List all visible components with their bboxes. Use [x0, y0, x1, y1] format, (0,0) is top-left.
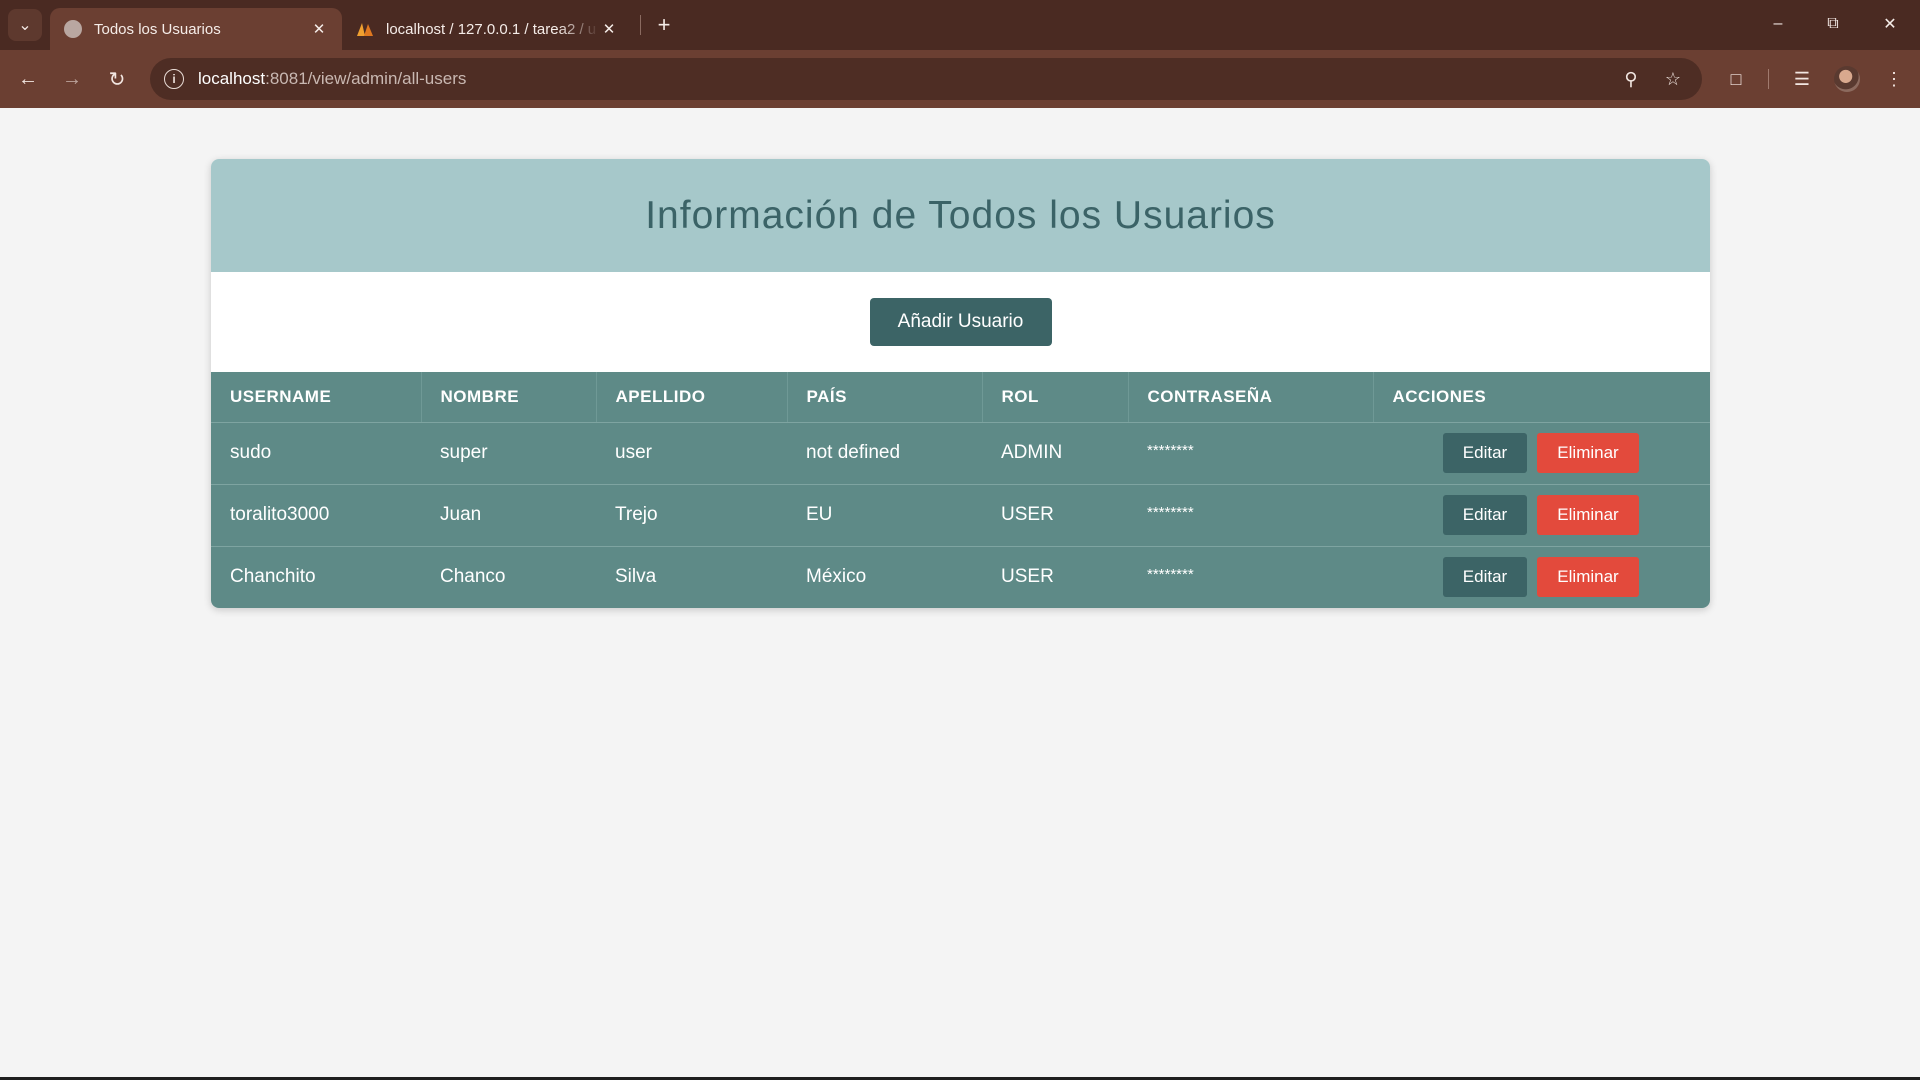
users-card: Información de Todos los Usuarios Añadir…: [211, 159, 1710, 608]
cell-nombre: Juan: [421, 484, 596, 547]
browser-toolbar: ← → ↻ i localhost:8081/view/admin/all-us…: [0, 50, 1920, 108]
cell-actions: Editar Eliminar: [1373, 422, 1710, 485]
menu-icon[interactable]: ⋮: [1878, 63, 1910, 95]
table-header-row: USERNAME NOMBRE APELLIDO PAÍS ROL CONTRA…: [211, 372, 1710, 423]
edit-button[interactable]: Editar: [1443, 557, 1527, 598]
url-text[interactable]: localhost:8081/view/admin/all-users: [198, 69, 466, 89]
phpmyadmin-icon: [356, 20, 374, 38]
cell-pais: not defined: [787, 422, 982, 485]
delete-button[interactable]: Eliminar: [1537, 433, 1639, 473]
restore-button[interactable]: ⧉: [1813, 8, 1853, 40]
browser-tab-bar: ⌄ Todos los Usuarios ✕ localhost / 127.0…: [0, 0, 1920, 50]
cell-rol: USER: [982, 484, 1128, 547]
cell-password: ********: [1147, 565, 1194, 583]
plus-icon: +: [657, 12, 671, 37]
reload-button[interactable]: ↻: [101, 63, 133, 95]
minimize-button[interactable]: –: [1758, 8, 1798, 40]
column-header-username: USERNAME: [211, 372, 422, 423]
cell-actions: Editar Eliminar: [1373, 484, 1710, 547]
cell-password: ********: [1128, 422, 1373, 485]
add-user-button[interactable]: Añadir Usuario: [869, 298, 1052, 346]
cell-apellido: Silva: [615, 566, 657, 588]
delete-button[interactable]: Eliminar: [1537, 495, 1639, 535]
cell-rol: USER: [1001, 566, 1054, 588]
close-window-button[interactable]: ✕: [1870, 8, 1910, 40]
key-icon[interactable]: ⚲: [1620, 68, 1642, 90]
cell-rol: ADMIN: [982, 422, 1128, 485]
media-control-icon[interactable]: ☰: [1786, 63, 1818, 95]
cell-password: ********: [1128, 484, 1373, 547]
cell-username: sudo: [211, 422, 421, 485]
tab-title: localhost / 127.0.0.1 / tarea2 / u: [386, 20, 597, 38]
site-info-icon[interactable]: i: [164, 69, 184, 89]
extensions-icon[interactable]: □: [1720, 63, 1752, 95]
forward-button[interactable]: →: [56, 63, 88, 95]
restore-icon: ⧉: [1827, 15, 1839, 32]
close-icon[interactable]: ✕: [310, 20, 328, 38]
cell-pais: EU: [787, 484, 982, 547]
cell-username: toralito3000: [211, 484, 421, 547]
star-icon[interactable]: ☆: [1662, 68, 1684, 90]
tab-todos-los-usuarios[interactable]: Todos los Usuarios ✕: [50, 8, 342, 50]
delete-button[interactable]: Eliminar: [1537, 557, 1639, 598]
column-header-rol: ROL: [982, 372, 1129, 423]
add-user-area: Añadir Usuario: [211, 272, 1710, 372]
tab-divider: [640, 15, 641, 35]
tab-phpmyadmin[interactable]: localhost / 127.0.0.1 / tarea2 / u ✕: [342, 8, 632, 50]
new-tab-button[interactable]: +: [650, 11, 678, 39]
column-header-nombre: NOMBRE: [421, 372, 597, 423]
page-body: Información de Todos los Usuarios Añadir…: [0, 108, 1920, 1078]
page-title: Información de Todos los Usuarios: [645, 193, 1276, 237]
column-header-acciones: ACCIONES: [1373, 372, 1710, 423]
users-table: USERNAME NOMBRE APELLIDO PAÍS ROL CONTRA…: [211, 372, 1710, 608]
cell-username: Chanchito: [230, 566, 316, 588]
cell-apellido: Trejo: [596, 484, 787, 547]
table-row: toralito3000 Juan Trejo EU USER ********…: [211, 484, 1710, 547]
toolbar-divider: [1768, 69, 1769, 89]
close-icon[interactable]: ✕: [600, 20, 618, 38]
card-header: Información de Todos los Usuarios: [211, 159, 1710, 272]
close-icon: ✕: [1883, 16, 1897, 33]
minimize-icon: –: [1773, 15, 1783, 32]
column-header-pais: PAÍS: [787, 372, 983, 423]
edit-button[interactable]: Editar: [1443, 433, 1527, 473]
profile-avatar[interactable]: [1834, 66, 1860, 92]
tab-search-button[interactable]: ⌄: [8, 9, 42, 41]
cell-nombre: Chanco: [440, 566, 506, 588]
chevron-down-icon: ⌄: [18, 17, 32, 34]
table-row: Chanchito Chanco Silva México USER *****…: [211, 546, 1710, 608]
cell-nombre: super: [421, 422, 596, 485]
table-row: sudo super user not defined ADMIN ******…: [211, 422, 1710, 485]
address-bar[interactable]: i localhost:8081/view/admin/all-users ⚲ …: [150, 58, 1702, 100]
globe-icon: [64, 20, 82, 38]
arrow-left-icon: ←: [18, 67, 38, 90]
cell-apellido: user: [596, 422, 787, 485]
cell-pais: México: [806, 566, 867, 588]
arrow-right-icon: →: [62, 67, 82, 90]
tab-title: Todos los Usuarios: [94, 20, 221, 38]
column-header-apellido: APELLIDO: [596, 372, 788, 423]
reload-icon: ↻: [108, 68, 126, 91]
cell-actions: Editar Eliminar: [1373, 546, 1710, 608]
column-header-contrasena: CONTRASEÑA: [1128, 372, 1374, 423]
edit-button[interactable]: Editar: [1443, 495, 1527, 535]
back-button[interactable]: ←: [12, 63, 44, 95]
